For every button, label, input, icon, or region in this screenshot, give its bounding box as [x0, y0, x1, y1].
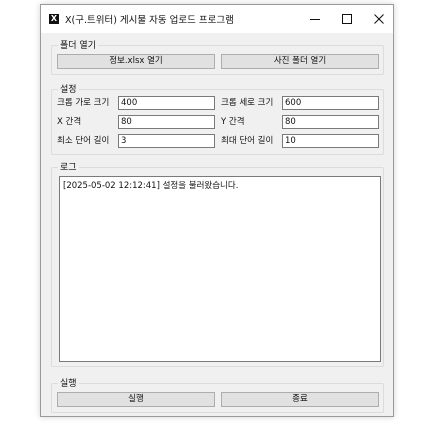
maximize-icon [342, 14, 352, 24]
crop-height-label: 크롭 세로 크기 [221, 98, 274, 108]
crop-width-input[interactable]: 400 [118, 96, 215, 110]
open-photo-folder-button[interactable]: 사진 폴더 열기 [221, 54, 379, 69]
window-title: X(구.트위터) 게시물 자동 업로드 프로그램 [65, 15, 234, 26]
min-word-length-label: 최소 단어 길이 [57, 136, 110, 146]
y-gap-label: Y 간격 [221, 117, 245, 127]
settings-group: 설정 크롭 가로 크기 400 크롭 세로 크기 600 X 간격 80 Y 간… [51, 82, 384, 155]
exit-button[interactable]: 종료 [221, 392, 379, 407]
maximize-button[interactable] [331, 5, 363, 33]
open-info-xlsx-button[interactable]: 정보.xlsx 열기 [57, 54, 215, 69]
minimize-button[interactable] [299, 5, 331, 33]
close-button[interactable] [363, 5, 395, 33]
min-word-length-input[interactable]: 3 [118, 134, 215, 148]
log-group: 로그 [2025-05-02 12:12:41] 설정을 불러왔습니다. [51, 160, 384, 367]
x-gap-input[interactable]: 80 [118, 115, 215, 129]
run-group: 실행 실행 종료 [51, 376, 384, 413]
log-textarea[interactable]: [2025-05-02 12:12:41] 설정을 불러왔습니다. [59, 176, 381, 362]
x-gap-label: X 간격 [57, 117, 82, 127]
max-word-length-label: 최대 단어 길이 [221, 136, 274, 146]
folder-group: 폴더 열기 정보.xlsx 열기 사진 폴더 열기 [51, 38, 384, 75]
close-icon [374, 14, 384, 24]
run-button[interactable]: 실행 [57, 392, 215, 407]
title-bar[interactable]: X X(구.트위터) 게시물 자동 업로드 프로그램 [41, 5, 393, 33]
y-gap-input[interactable]: 80 [282, 115, 379, 129]
app-x-icon: X [49, 14, 59, 24]
max-word-length-input[interactable]: 10 [282, 134, 379, 148]
log-line: [2025-05-02 12:12:41] 설정을 불러왔습니다. [63, 181, 239, 191]
log-group-label: 로그 [58, 160, 79, 173]
crop-width-label: 크롭 가로 크기 [57, 98, 110, 108]
app-window: X X(구.트위터) 게시물 자동 업로드 프로그램 폴더 열기 정보.xlsx… [40, 4, 394, 417]
settings-group-label: 설정 [58, 82, 79, 95]
run-group-label: 실행 [58, 376, 79, 389]
minimize-icon [310, 19, 320, 20]
folder-group-label: 폴더 열기 [58, 38, 98, 51]
crop-height-input[interactable]: 600 [282, 96, 379, 110]
